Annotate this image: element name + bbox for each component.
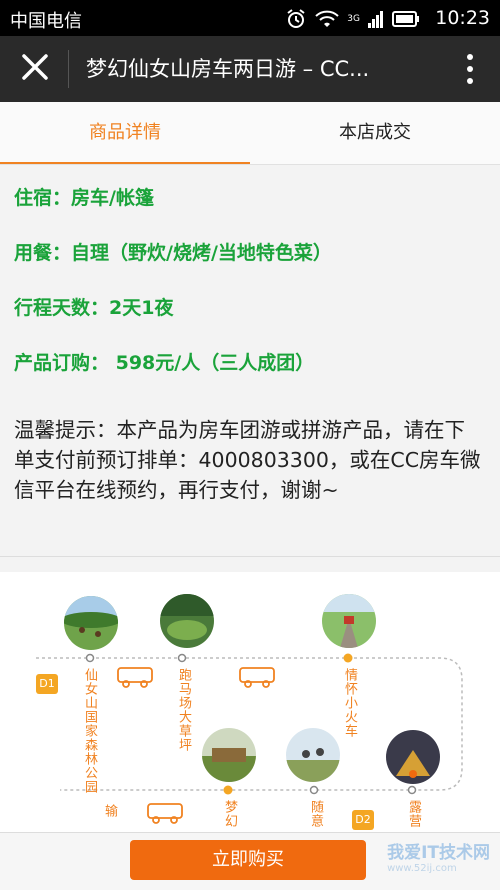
status-bar: 中国电信 3G 10:23 (0, 0, 500, 36)
stop-forest-park: 仙女山国家森林公园 (82, 668, 97, 794)
watermark-text: 我爱IT技术网 (387, 843, 490, 863)
tab-product-details[interactable]: 商品详情 (0, 102, 250, 164)
stop-transport: 输 (102, 804, 117, 818)
close-icon[interactable] (18, 50, 52, 84)
dream-camp-photo (202, 728, 256, 782)
reminder-text: 温馨提示：本产品为房车团游或拼游产品，请在下单支付前预订排单：400080330… (14, 418, 481, 502)
tab-bar: 商品详情 本店成交 (0, 102, 500, 165)
alarm-icon (287, 9, 305, 28)
stop-camping: 露营 (406, 800, 421, 828)
watermark: 我爱IT技术网 www.52ij.com (387, 838, 490, 874)
stop-dream: 梦幻 (222, 800, 237, 828)
buy-now-button[interactable]: 立即购买 (130, 840, 366, 880)
forest-park-photo (64, 596, 118, 650)
product-details: 住宿：房车/帐篷 用餐：自理（野炊/烧烤/当地特色菜） 行程天数：2天1夜 产品… (0, 165, 500, 555)
free-time-photo (286, 728, 340, 782)
meals-info: 用餐：自理（野炊/烧烤/当地特色菜） (14, 242, 332, 264)
network-type: 3G (347, 14, 360, 24)
wifi-icon (315, 10, 339, 27)
price-info: 产品订购： 598元/人（三人成团） (14, 352, 315, 374)
day-2-badge: D2 (352, 810, 374, 830)
stop-small-train: 情怀小火车 (342, 668, 357, 738)
more-options-icon[interactable] (466, 53, 474, 85)
app-bar: 梦幻仙女山房车两日游 – CC... (0, 36, 500, 102)
day-1-badge: D1 (36, 674, 58, 694)
stop-racecourse: 跑马场大草坪 (176, 668, 191, 752)
status-icons: 3G (285, 8, 420, 30)
racecourse-photo (160, 594, 214, 648)
page-title: 梦幻仙女山房车两日游 – CC... (86, 57, 370, 81)
stop-free: 随意 (308, 800, 323, 828)
signal-icon (368, 11, 383, 28)
route-map-image: D1 D2 仙女山国家森林公园 跑马场大草坪 情怀小火车 梦幻 随意 露营 输 (0, 572, 500, 832)
duration-info: 行程天数：2天1夜 (14, 297, 174, 319)
section-divider (0, 556, 500, 557)
watermark-url: www.52ij.com (387, 863, 457, 874)
lodging-info: 住宿：房车/帐篷 (14, 187, 154, 209)
carrier-name: 中国电信 (10, 11, 82, 32)
tab-store-transactions[interactable]: 本店成交 (250, 102, 500, 164)
app-bar-divider (68, 50, 69, 88)
small-train-photo (322, 594, 376, 648)
battery-icon (392, 11, 419, 27)
clock: 10:23 (435, 7, 490, 29)
camping-photo (386, 730, 440, 784)
